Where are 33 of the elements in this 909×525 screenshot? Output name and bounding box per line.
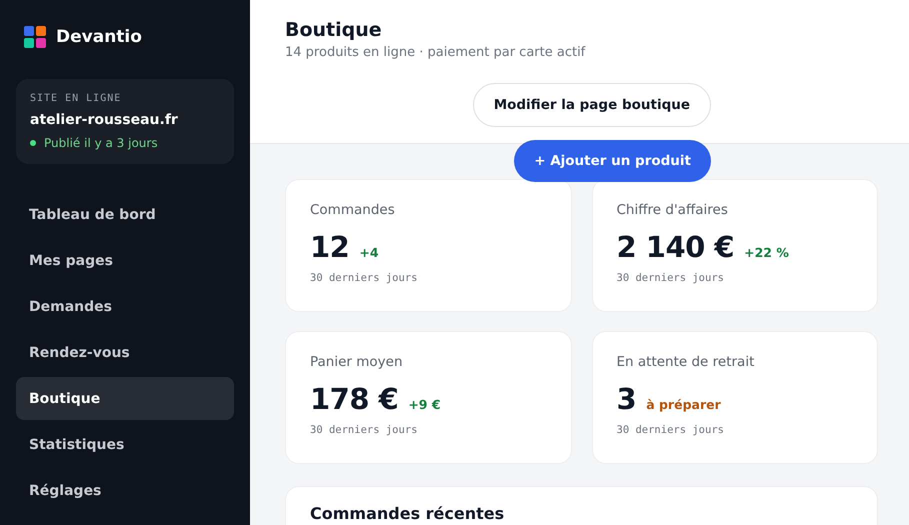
stat-period: 30 derniers jours [310, 424, 418, 436]
nav-item[interactable]: Réglages [16, 469, 234, 512]
nav-item[interactable]: Mes pages [16, 239, 234, 282]
site-domain: atelier-rousseau.fr [30, 112, 179, 128]
stat-period: 30 derniers jours [616, 272, 725, 284]
add-product-button[interactable]: + Ajouter un produit [514, 140, 711, 182]
stat-value: 2 140 € [616, 230, 734, 264]
nav-item[interactable]: Boutique [16, 377, 234, 420]
stat-label: Chiffre d'affaires [616, 202, 729, 218]
site-label: SITE EN LIGNE [30, 93, 122, 104]
stat-delta: +22 % [744, 245, 789, 260]
recent-orders-title: Commandes récentes [310, 504, 504, 523]
stat-delta: à préparer [646, 397, 721, 412]
stat-delta: +9 € [408, 397, 441, 412]
stat-period: 30 derniers jours [310, 272, 418, 284]
nav-item[interactable]: Tableau de bord [16, 193, 234, 236]
stat-label: En attente de retrait [616, 354, 756, 370]
nav-item[interactable]: Rendez-vous [16, 331, 234, 374]
stat-value: 3 [616, 382, 636, 416]
stat-value: 178 € [310, 382, 398, 416]
page-title: Boutique [285, 19, 383, 41]
stat-period: 30 derniers jours [616, 424, 725, 436]
page-subtitle: 14 produits en ligne · paiement par carte actif [285, 45, 586, 60]
stat-delta: +4 [359, 245, 379, 260]
stat-label: Panier moyen [310, 354, 404, 370]
publish-status: Publié il y a 3 jours [44, 136, 158, 150]
stat-value: 12 [310, 230, 350, 264]
nav-item[interactable]: Statistiques [16, 423, 234, 466]
stat-label: Commandes [310, 202, 396, 218]
logo-icon [24, 26, 46, 48]
edit-page-button[interactable]: Modifier la page boutique [472, 83, 711, 127]
brand-name: Devantio [56, 27, 142, 47]
nav-item[interactable]: Demandes [16, 285, 234, 328]
